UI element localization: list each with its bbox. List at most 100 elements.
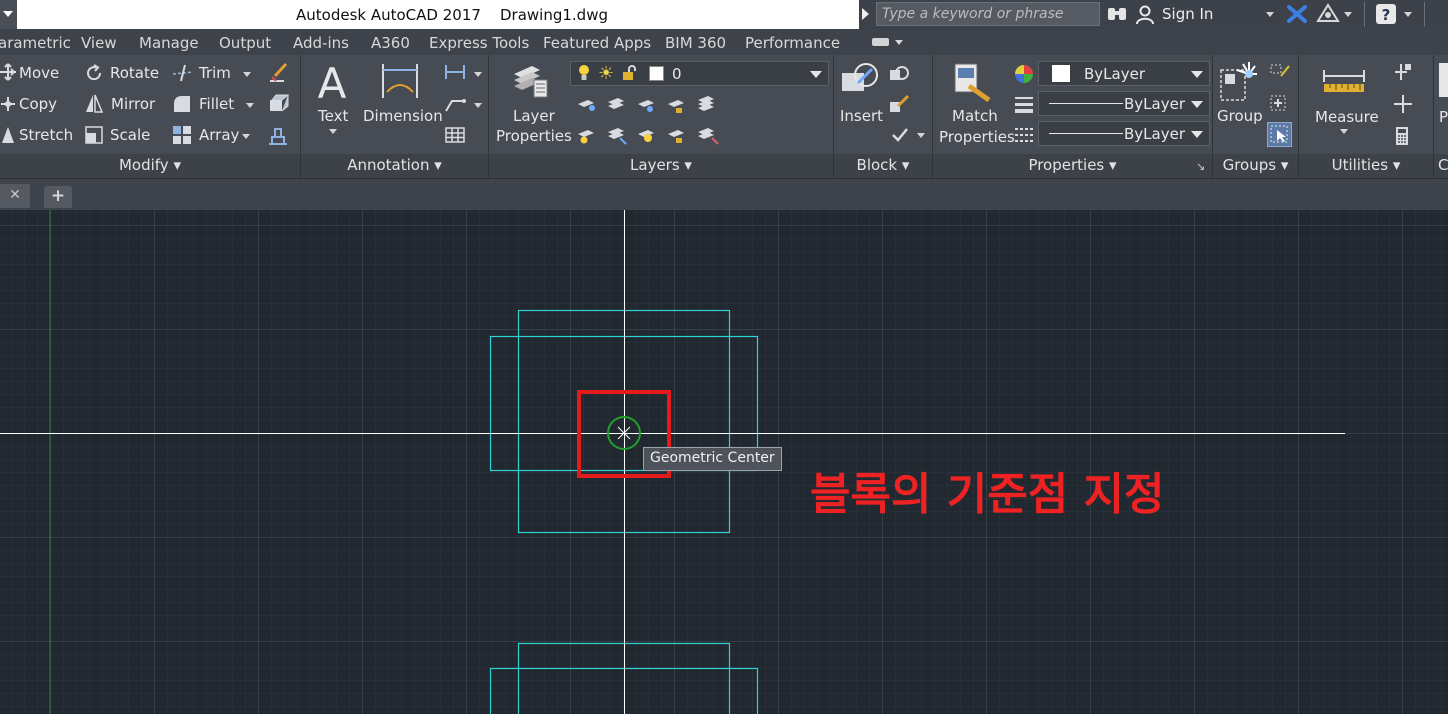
insert-button[interactable]: Insert bbox=[840, 107, 883, 125]
file-name: Drawing1.dwg bbox=[499, 6, 608, 24]
offset-icon[interactable] bbox=[266, 125, 290, 151]
layer-tools-row2-icons[interactable] bbox=[576, 124, 726, 150]
quick-select-icon[interactable] bbox=[1393, 62, 1413, 86]
match-properties-line2[interactable]: Properties bbox=[939, 128, 1015, 146]
sign-in-link[interactable]: Sign In bbox=[1162, 5, 1213, 23]
ribbon-minimize-icon[interactable] bbox=[872, 38, 889, 46]
block-panel-label: Block bbox=[856, 156, 898, 174]
scale-icon bbox=[84, 125, 104, 149]
tab-express-tools[interactable]: Express Tools bbox=[429, 34, 529, 52]
stretch-button[interactable]: Stretch bbox=[19, 126, 73, 144]
array-dropdown-icon[interactable] bbox=[242, 134, 250, 139]
annotation-panel-title[interactable]: Annotation ▾ bbox=[301, 154, 488, 178]
measure-dropdown-icon[interactable] bbox=[1340, 129, 1348, 134]
clipped-panel-tool[interactable]: P bbox=[1439, 108, 1448, 126]
sign-in-dropdown-icon[interactable] bbox=[1266, 12, 1274, 17]
match-properties-icon bbox=[953, 62, 993, 106]
trim-dropdown-icon[interactable] bbox=[243, 72, 251, 77]
erase-icon[interactable] bbox=[266, 62, 290, 88]
leader-icon[interactable] bbox=[444, 95, 466, 117]
scale-button[interactable]: Scale bbox=[110, 126, 150, 144]
a360-dropdown-icon[interactable] bbox=[1344, 12, 1352, 17]
layer-properties-line1[interactable]: Layer bbox=[513, 107, 555, 125]
annotation-panel-label: Annotation bbox=[347, 156, 430, 174]
fillet-dropdown-icon[interactable] bbox=[246, 103, 254, 108]
new-document-tab-icon[interactable]: + bbox=[44, 186, 72, 208]
ribbon-tab-bar: arametric View Manage Output Add-ins A36… bbox=[0, 29, 1448, 55]
match-properties-line1[interactable]: Match bbox=[952, 107, 998, 125]
layer-properties-icon bbox=[510, 60, 550, 104]
search-expand-icon[interactable] bbox=[862, 8, 869, 20]
block-attributes-icon[interactable] bbox=[891, 126, 909, 148]
quick-access-menu-button[interactable] bbox=[0, 0, 17, 29]
modify-panel-title[interactable]: Modify ▾ bbox=[0, 154, 300, 178]
group-button[interactable]: Group bbox=[1217, 107, 1263, 125]
dialog-launcher-icon[interactable]: ↘ bbox=[1196, 160, 1205, 173]
array-button[interactable]: Array bbox=[199, 126, 239, 144]
layer-dropdown[interactable]: ☀ 0 bbox=[570, 61, 829, 86]
leader-dropdown-icon[interactable] bbox=[474, 103, 482, 108]
layers-panel-title[interactable]: Layers ▾ bbox=[489, 154, 833, 178]
group-edit-icon[interactable] bbox=[1269, 93, 1291, 117]
text-button[interactable]: Text bbox=[318, 107, 348, 125]
block-panel-title[interactable]: Block ▾ bbox=[834, 154, 932, 178]
create-block-icon[interactable] bbox=[888, 64, 910, 88]
lineweight-preview bbox=[1049, 103, 1123, 104]
linear-dimension-icon[interactable] bbox=[444, 63, 466, 85]
layer-tools-row1-icons[interactable] bbox=[576, 94, 726, 120]
properties-panel-title[interactable]: Properties ▾ bbox=[933, 154, 1212, 178]
copy-icon bbox=[0, 94, 16, 118]
fillet-button[interactable]: Fillet bbox=[199, 95, 234, 113]
layer-properties-line2[interactable]: Properties bbox=[496, 127, 572, 145]
tab-a360[interactable]: A360 bbox=[371, 34, 410, 52]
tab-output[interactable]: Output bbox=[219, 34, 271, 52]
copy-button[interactable]: Copy bbox=[19, 95, 57, 113]
point-icon[interactable] bbox=[1393, 94, 1413, 118]
rotate-button[interactable]: Rotate bbox=[110, 64, 159, 82]
tab-parametric[interactable]: arametric bbox=[0, 34, 71, 52]
groups-panel-title[interactable]: Groups ▾ bbox=[1213, 154, 1298, 178]
exchange-apps-icon[interactable] bbox=[1286, 4, 1308, 28]
tab-featured-apps[interactable]: Featured Apps bbox=[543, 34, 651, 52]
text-dropdown-icon[interactable] bbox=[329, 129, 337, 134]
calculator-icon[interactable] bbox=[1393, 126, 1411, 150]
tab-bim-360[interactable]: BIM 360 bbox=[665, 34, 726, 52]
array-icon bbox=[172, 125, 192, 149]
mirror-button[interactable]: Mirror bbox=[111, 95, 155, 113]
tab-add-ins[interactable]: Add-ins bbox=[293, 34, 349, 52]
linear-dimension-dropdown-icon[interactable] bbox=[474, 72, 482, 77]
annotation-text: 블록의 기준점 지정 bbox=[810, 469, 1165, 520]
dimension-button[interactable]: Dimension bbox=[363, 107, 443, 125]
clipboard-panel-title[interactable]: C bbox=[1434, 154, 1448, 178]
ribbon-options-dropdown-icon[interactable] bbox=[895, 40, 903, 45]
help-icon[interactable]: ? bbox=[1375, 3, 1397, 29]
explode-icon[interactable] bbox=[266, 93, 290, 119]
utilities-panel-label: Utilities bbox=[1331, 156, 1389, 174]
table-icon[interactable] bbox=[444, 126, 466, 148]
unlock-icon bbox=[621, 65, 637, 85]
linetype-preview bbox=[1049, 133, 1123, 134]
user-icon[interactable] bbox=[1136, 5, 1154, 29]
utilities-panel-title[interactable]: Utilities ▾ bbox=[1299, 154, 1433, 178]
group-selection-toggle[interactable] bbox=[1267, 122, 1292, 147]
search-input[interactable]: Type a keyword or phrase bbox=[876, 2, 1100, 26]
a360-icon[interactable] bbox=[1316, 3, 1340, 27]
tab-view[interactable]: View bbox=[81, 34, 117, 52]
trim-button[interactable]: Trim bbox=[199, 64, 231, 82]
tab-manage[interactable]: Manage bbox=[139, 34, 199, 52]
linetype-icon bbox=[1014, 125, 1034, 149]
edit-block-icon[interactable] bbox=[888, 94, 910, 118]
move-button[interactable]: Move bbox=[19, 64, 59, 82]
close-document-icon[interactable]: ✕ bbox=[0, 184, 30, 208]
binoculars-icon[interactable] bbox=[1106, 4, 1128, 28]
ungroup-icon[interactable] bbox=[1269, 62, 1291, 86]
color-dropdown[interactable]: ByLayer bbox=[1038, 61, 1210, 86]
linetype-dropdown[interactable]: ByLayer bbox=[1038, 121, 1210, 146]
lightbulb-icon bbox=[577, 64, 591, 86]
lineweight-dropdown[interactable]: ByLayer bbox=[1038, 91, 1210, 116]
help-dropdown-icon[interactable] bbox=[1404, 12, 1412, 17]
tab-performance[interactable]: Performance bbox=[745, 34, 840, 52]
block-attributes-dropdown-icon[interactable] bbox=[917, 133, 925, 138]
measure-button[interactable]: Measure bbox=[1315, 108, 1379, 126]
linetype-dropdown-arrow-icon bbox=[1191, 131, 1203, 138]
